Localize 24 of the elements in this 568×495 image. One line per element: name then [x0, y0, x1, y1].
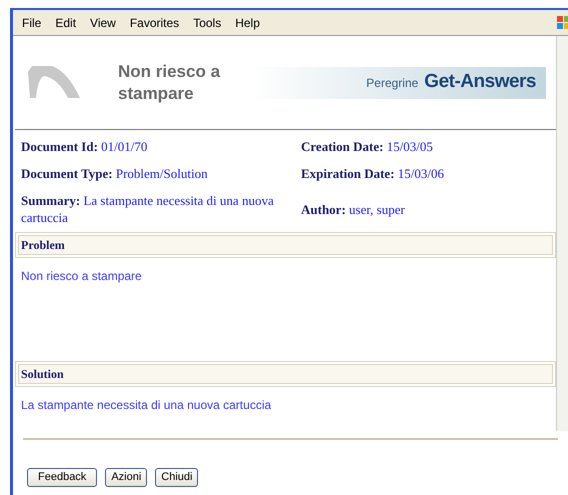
- field-text: Summary: La stampante necessita di una nuova cartuccia: [21, 192, 275, 226]
- field-text: Creation Date: 15/03/05: [301, 138, 434, 155]
- product-name: Get-Answers: [424, 70, 536, 94]
- field-text: Document Type: Problem/Solution: [21, 165, 209, 182]
- menu-item[interactable]: Help: [235, 14, 260, 32]
- windows-logo-icon: [556, 15, 568, 31]
- menu-item[interactable]: View: [90, 14, 116, 32]
- action-button[interactable]: Azioni: [105, 468, 148, 487]
- menu-item[interactable]: Edit: [55, 14, 76, 32]
- menu-item[interactable]: File: [22, 14, 42, 32]
- menu-item[interactable]: Tools: [193, 14, 222, 32]
- menu-item[interactable]: Favorites: [130, 14, 180, 32]
- field-text: Document Id: 01/01/70: [21, 138, 148, 155]
- field-text: Author: user, super: [301, 200, 406, 218]
- brand-name: Peregrine: [366, 74, 418, 92]
- action-button[interactable]: Feedback: [27, 468, 98, 487]
- page-title: Non riesco a stampare: [118, 60, 222, 104]
- action-button[interactable]: Chiudi: [155, 468, 198, 487]
- section-header: Solution: [18, 364, 553, 384]
- section-text: Non riesco a stampare: [21, 269, 142, 283]
- section-header: Problem: [18, 235, 553, 255]
- logo-icon: [28, 66, 80, 100]
- section-text: La stampante necessita di una nuova cartuccia: [21, 398, 272, 412]
- field-text: Expiration Date: 15/03/06: [301, 165, 446, 182]
